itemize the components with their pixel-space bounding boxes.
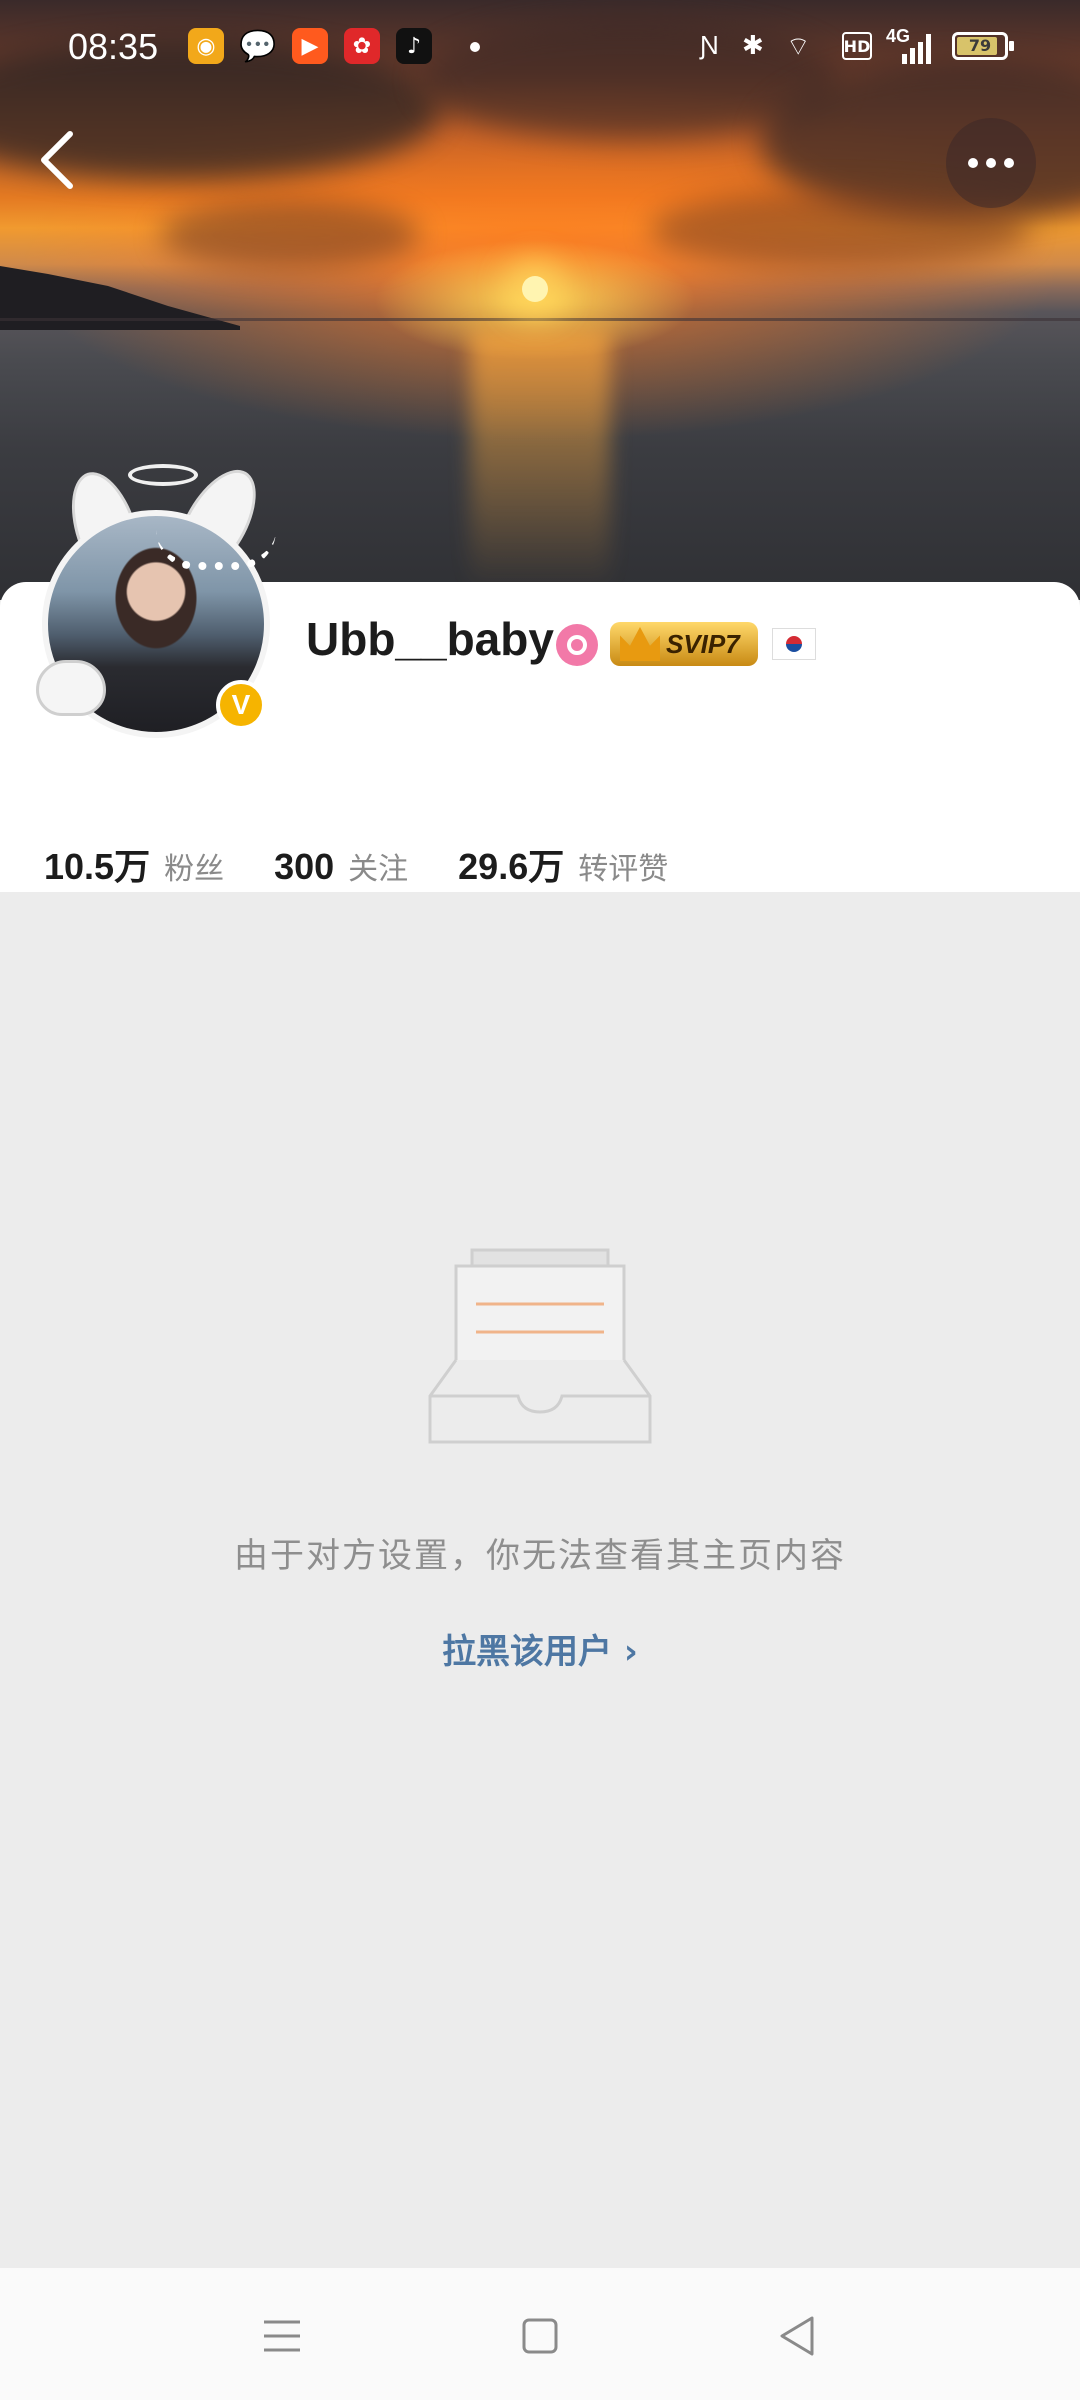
stat-label: 关注 [348, 852, 409, 887]
block-user-label: 拉黑该用户 [442, 1632, 613, 1672]
status-bar: 08:35 ◉ 💬 ▶ ✿ ♪ Ɲ ✱ ⌔ HD 4G 79 [0, 0, 1080, 96]
restricted-content-message: 由于对方设置，你无法查看其主页内容 [234, 1536, 846, 1576]
back-button[interactable] [30, 120, 90, 200]
profile-content-area [0, 892, 1080, 2268]
pinduoduo-icon: ✿ [344, 28, 380, 64]
stat-reposts-likes[interactable]: 29.6万 转评赞 [458, 838, 668, 890]
stat-value: 29.6万 [458, 846, 565, 887]
kuaishou-icon: ▶ [292, 28, 328, 64]
horizon-line [0, 318, 1080, 321]
svip-label: SVIP7 [666, 628, 740, 659]
hd-icon: HD [842, 32, 872, 60]
empty-inbox-icon [428, 1246, 652, 1446]
nfc-icon: Ɲ [700, 30, 719, 60]
tiktok-icon: ♪ [396, 28, 432, 64]
battery-icon: 79 [952, 32, 1014, 60]
battery-level: 79 [968, 36, 992, 55]
chevron-right-icon: › [623, 1632, 638, 1672]
system-navigation-bar [0, 2268, 1080, 2400]
avatar-frame-pearls [156, 530, 276, 570]
stat-label: 转评赞 [578, 852, 669, 887]
svip-badge[interactable]: SVIP7 [610, 622, 758, 666]
chevron-left-icon [41, 131, 73, 189]
crown-icon [620, 627, 660, 661]
stat-label: 粉丝 [164, 852, 225, 887]
menu-button[interactable] [252, 2308, 312, 2364]
avatar-frame-halo [128, 464, 198, 486]
cloud-shape [160, 200, 420, 270]
status-time: 08:35 [68, 26, 159, 67]
battery-cap [1009, 41, 1014, 51]
stat-following[interactable]: 300 关注 [274, 844, 408, 888]
sun-reflection [470, 330, 610, 590]
back-triangle-icon [780, 2316, 814, 2356]
sun [522, 276, 548, 302]
weibo-icon: ◉ [188, 28, 224, 64]
more-dots-icon [968, 158, 978, 168]
home-square-icon [522, 2318, 558, 2354]
female-gender-icon [556, 624, 598, 666]
stat-value: 10.5万 [44, 846, 151, 887]
avatar[interactable]: V [36, 457, 276, 738]
more-dots-icon [1004, 158, 1014, 168]
profile-name: Ubb__baby [306, 613, 554, 665]
back-nav-button[interactable] [768, 2308, 828, 2364]
stat-followers[interactable]: 10.5万 粉丝 [44, 838, 224, 890]
home-button[interactable] [510, 2308, 570, 2364]
more-notifications-icon [470, 42, 480, 52]
wifi-icon: ⌔ [786, 31, 811, 61]
more-dots-icon [986, 158, 996, 168]
menu-icon [264, 2320, 300, 2352]
verified-badge-icon: V [216, 680, 266, 730]
more-options-button[interactable] [946, 118, 1036, 208]
signal-icon [900, 34, 936, 71]
block-user-link[interactable]: 拉黑该用户 › [0, 1624, 1080, 1673]
korea-flag-icon [772, 628, 816, 660]
stat-value: 300 [274, 846, 335, 887]
bluetooth-icon: ✱ [742, 30, 764, 60]
avatar-frame-bear [36, 660, 106, 716]
profile-stats: 10.5万 粉丝 300 关注 29.6万 转评赞 [44, 838, 718, 890]
wechat-icon: 💬 [239, 28, 277, 64]
